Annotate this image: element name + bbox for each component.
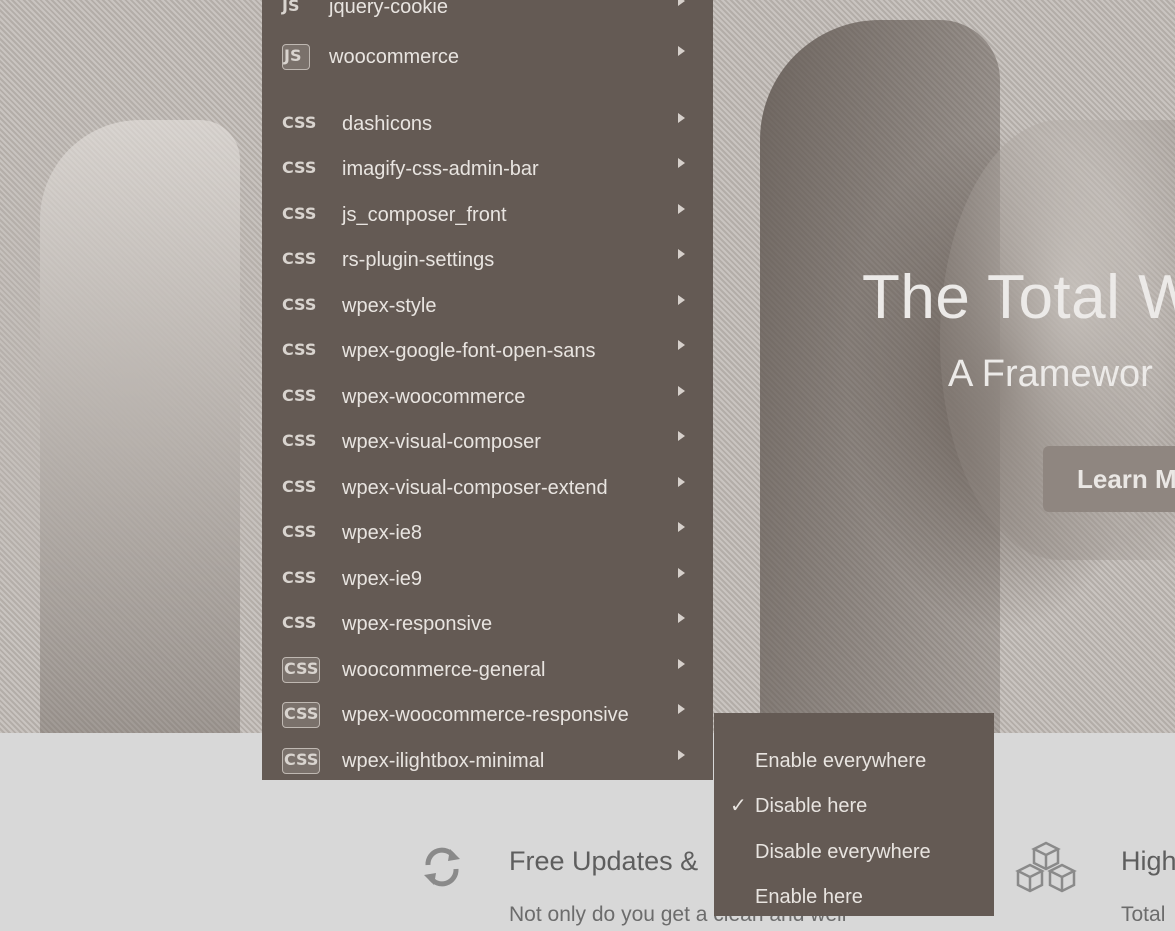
menu-item-wpex-ilightbox-minimal[interactable]: CSS wpex-ilightbox-minimal (262, 740, 713, 784)
menu-item-label: wpex-woocommerce-responsive (342, 704, 629, 726)
hero-title: The Total W (862, 263, 1175, 332)
asset-dropdown-menu: JS jquery-cookie JS woocommerce CSS dash… (262, 0, 713, 780)
menu-item-label: imagify-css-admin-bar (342, 158, 539, 180)
menu-item-label: wpex-style (342, 295, 437, 317)
menu-item-wpex-woocommerce[interactable]: CSS wpex-woocommerce (262, 376, 713, 420)
menu-item-wpex-ie8[interactable]: CSS wpex-ie8 (262, 512, 713, 556)
css-badge-icon: CSS (282, 657, 321, 683)
submenu-arrow-icon (678, 659, 685, 669)
menu-item-label: wpex-visual-composer (342, 431, 541, 453)
css-badge-icon: CSS (282, 204, 317, 223)
menu-item-label: wpex-responsive (342, 613, 493, 635)
submenu-arrow-icon (678, 295, 685, 305)
feature-title-updates: Free Updates & (509, 846, 699, 876)
hero-image-left-figure (40, 120, 240, 733)
menu-item-label: dashicons (342, 113, 433, 135)
css-badge-icon: CSS (282, 113, 317, 132)
js-badge-icon: JS (282, 0, 300, 15)
menu-item-woocommerce-js[interactable]: JS woocommerce (262, 36, 713, 80)
cubes-icon (1015, 841, 1077, 893)
submenu-arrow-icon (678, 522, 685, 532)
submenu-arrow-icon (678, 477, 685, 487)
submenu-arrow-icon (678, 113, 685, 123)
hero-subtitle: A Framewor (948, 353, 1153, 395)
submenu-arrow-icon (678, 46, 685, 56)
css-badge-icon: CSS (282, 568, 317, 587)
menu-item-imagify-css-admin-bar[interactable]: CSS imagify-css-admin-bar (262, 148, 713, 192)
css-badge-icon: CSS (282, 702, 321, 728)
css-badge-icon: CSS (282, 613, 317, 632)
menu-item-wpex-style[interactable]: CSS wpex-style (262, 285, 713, 329)
menu-item-label: wpex-ie9 (342, 568, 423, 590)
js-badge-icon: JS (282, 44, 310, 70)
css-badge-icon: CSS (282, 431, 317, 450)
disable-everywhere-option[interactable]: Disable everywhere (714, 831, 994, 875)
css-badge-icon: CSS (282, 386, 317, 405)
disable-here-option[interactable]: ✓ Disable here (714, 785, 994, 829)
menu-item-js-composer-front[interactable]: CSS js_composer_front (262, 194, 713, 238)
menu-item-rs-plugin-settings[interactable]: CSS rs-plugin-settings (262, 239, 713, 283)
checkmark-icon: ✓ (730, 793, 747, 817)
option-label: Enable here (755, 886, 863, 908)
menu-item-wpex-ie9[interactable]: CSS wpex-ie9 (262, 558, 713, 602)
css-badge-icon: CSS (282, 295, 317, 314)
menu-item-label: wpex-visual-composer-extend (342, 477, 608, 499)
menu-item-label: js_composer_front (342, 204, 507, 226)
menu-item-label: woocommerce-general (342, 659, 546, 681)
submenu-arrow-icon (678, 0, 685, 6)
enable-here-option[interactable]: Enable here (714, 876, 994, 920)
option-label: Disable everywhere (755, 841, 931, 863)
submenu-arrow-icon (678, 613, 685, 623)
menu-item-woocommerce-general[interactable]: CSS woocommerce-general (262, 649, 713, 693)
menu-item-label: woocommerce (329, 46, 460, 68)
menu-item-wpex-woocommerce-responsive[interactable]: CSS wpex-woocommerce-responsive (262, 694, 713, 738)
css-badge-icon: CSS (282, 477, 317, 496)
menu-item-label: wpex-woocommerce (342, 386, 526, 408)
option-label: Enable everywhere (755, 750, 927, 772)
submenu-arrow-icon (678, 704, 685, 714)
asset-options-submenu: Enable everywhere ✓ Disable here Disable… (714, 713, 994, 916)
enable-everywhere-option[interactable]: Enable everywhere (714, 740, 994, 784)
submenu-arrow-icon (678, 340, 685, 350)
feature-text-total: Total (1121, 903, 1166, 926)
css-badge-icon: CSS (282, 158, 317, 177)
feature-title-high: High (1121, 846, 1175, 876)
submenu-arrow-icon (678, 431, 685, 441)
submenu-arrow-icon (678, 750, 685, 760)
menu-item-label: wpex-google-font-open-sans (342, 340, 596, 362)
menu-item-wpex-responsive[interactable]: CSS wpex-responsive (262, 603, 713, 647)
menu-item-wpex-google-font-open-sans[interactable]: CSS wpex-google-font-open-sans (262, 330, 713, 374)
learn-more-button[interactable]: Learn M (1043, 446, 1175, 512)
css-badge-icon: CSS (282, 748, 321, 774)
menu-item-jquery-cookie[interactable]: JS jquery-cookie (262, 0, 713, 30)
css-badge-icon: CSS (282, 522, 317, 541)
submenu-arrow-icon (678, 568, 685, 578)
css-badge-icon: CSS (282, 249, 317, 268)
menu-item-dashicons[interactable]: CSS dashicons (262, 103, 713, 147)
menu-item-label: wpex-ilightbox-minimal (342, 750, 545, 772)
menu-item-wpex-visual-composer[interactable]: CSS wpex-visual-composer (262, 421, 713, 465)
menu-item-wpex-visual-composer-extend[interactable]: CSS wpex-visual-composer-extend (262, 467, 713, 511)
css-badge-icon: CSS (282, 340, 317, 359)
submenu-arrow-icon (678, 249, 685, 259)
option-label: Disable here (755, 795, 868, 817)
menu-item-label: rs-plugin-settings (342, 249, 495, 271)
submenu-arrow-icon (678, 204, 685, 214)
menu-item-label: jquery-cookie (329, 0, 448, 18)
submenu-arrow-icon (678, 158, 685, 168)
refresh-icon (424, 847, 460, 887)
submenu-arrow-icon (678, 386, 685, 396)
menu-item-label: wpex-ie8 (342, 522, 423, 544)
